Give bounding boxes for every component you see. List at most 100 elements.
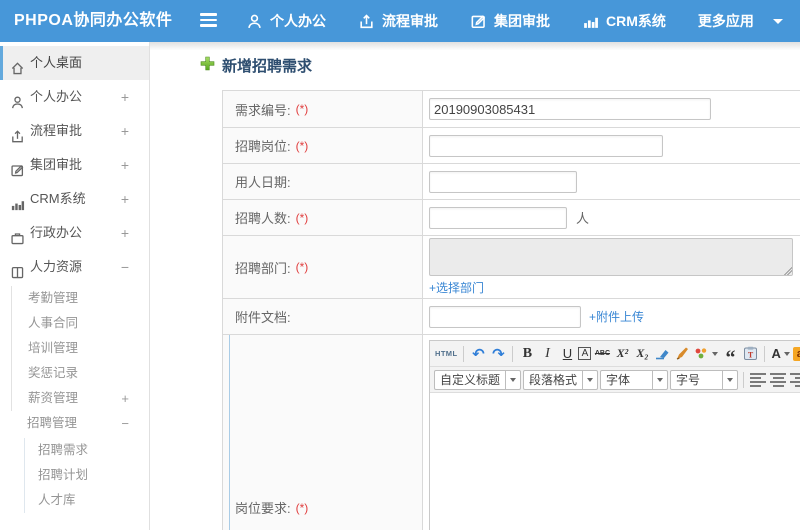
main-content: 新增招聘需求 需求编号: (*) 招聘岗位: (*) 用人日期: (150, 42, 800, 530)
align-center-icon[interactable] (769, 371, 787, 389)
sidebar-item-group-approval[interactable]: 集团审批 + (0, 148, 149, 182)
page-title-row: 新增招聘需求 (200, 55, 312, 76)
caret-down-icon (657, 377, 664, 382)
nav-personal-office[interactable]: 个人办公 (246, 11, 326, 31)
html-source-button[interactable]: HTML (434, 345, 458, 363)
hire-date-input[interactable] (429, 170, 577, 193)
strikethrough-button[interactable]: ABC (593, 345, 611, 363)
field-label: 需求编号: (235, 102, 291, 118)
redo-button[interactable]: ↷ (489, 345, 507, 363)
divider (463, 345, 465, 362)
dropdown-value: 字体 (606, 372, 631, 387)
add-icon (200, 56, 215, 76)
sidebar-item-talent-pool[interactable]: 人才库 (25, 488, 149, 513)
expand-plus-icon[interactable]: + (121, 182, 129, 216)
demand-no-input[interactable] (429, 98, 711, 120)
user-icon (246, 13, 263, 30)
nav-label: CRM系统 (606, 13, 666, 29)
caret-down-icon (727, 377, 734, 382)
sidebar-item-rewards[interactable]: 奖惩记录 (12, 361, 149, 386)
highlight-color-button[interactable]: a (792, 346, 800, 361)
nav-crm-system[interactable]: CRM系统 (582, 11, 666, 31)
sidebar-item-attendance[interactable]: 考勤管理 (12, 286, 149, 311)
editor-toolbar-row1: HTML ↶ ↷ B I U A ABC X² X₂ “ T A a (430, 341, 800, 368)
required-mark: (*) (295, 210, 309, 225)
sidebar-item-recruit-demand[interactable]: 招聘需求 (25, 438, 149, 463)
sidebar-item-salary[interactable]: 薪资管理 + (12, 386, 149, 411)
sidebar-item-label: CRM系统 (30, 191, 86, 206)
align-left-icon[interactable] (749, 371, 767, 389)
nav-more-apps[interactable]: 更多应用 (698, 11, 783, 31)
caret-down-icon (783, 351, 790, 356)
italic-button[interactable]: I (538, 345, 556, 363)
bold-button[interactable]: B (518, 345, 536, 363)
paragraph-format-dropdown[interactable]: 段落格式 (523, 369, 599, 390)
sidebar-item-flow-approval[interactable]: 流程审批 + (0, 114, 149, 148)
field-label: 招聘岗位: (235, 139, 291, 154)
divider (743, 371, 745, 388)
richtext-editor: HTML ↶ ↷ B I U A ABC X² X₂ “ T A a 自定义标题… (429, 340, 800, 530)
select-department-link[interactable]: +选择部门 (429, 279, 484, 296)
sidebar-item-recruitment-mgmt[interactable]: 招聘管理 − (0, 411, 149, 436)
top-navigation: 个人办公 流程审批 集团审批 CRM系统 更多应用 (246, 0, 783, 42)
nav-label: 集团审批 (494, 13, 550, 29)
attachment-upload-link[interactable]: +附件上传 (589, 308, 644, 325)
caret-down-icon (587, 377, 594, 382)
sidebar-item-crm[interactable]: CRM系统 + (0, 182, 149, 216)
topbar: PHPOA协同办公软件 个人办公 流程审批 集团审批 CRM系统 更多应用 (0, 0, 800, 42)
sidebar-item-personal-office[interactable]: 个人办公 + (0, 80, 149, 114)
page-title: 新增招聘需求 (222, 58, 313, 75)
sidebar-item-human-resources[interactable]: 人力资源 − (0, 250, 149, 284)
headcount-input[interactable] (429, 206, 567, 229)
font-family-dropdown[interactable]: 字体 (600, 369, 669, 390)
sidebar-item-training[interactable]: 培训管理 (12, 336, 149, 361)
expand-plus-icon[interactable]: + (121, 148, 129, 182)
sidebar-item-recruit-plan[interactable]: 招聘计划 (25, 463, 149, 488)
nav-flow-approval[interactable]: 流程审批 (358, 11, 438, 31)
sidebar-item-hr-contract[interactable]: 人事合同 (12, 311, 149, 336)
sidebar-item-label: 奖惩记录 (28, 366, 79, 380)
collapse-minus-icon[interactable]: − (121, 411, 129, 436)
blockquote-button[interactable]: “ (721, 345, 739, 368)
nav-group-approval[interactable]: 集团审批 (470, 11, 550, 31)
editor-content[interactable] (430, 393, 800, 530)
subscript-button[interactable]: X₂ (633, 345, 651, 363)
superscript-button[interactable]: X² (613, 345, 631, 363)
color-palette-icon[interactable] (693, 345, 719, 363)
unit-suffix: 人 (576, 211, 590, 226)
font-border-button[interactable]: A (578, 347, 592, 360)
expand-plus-icon[interactable]: + (121, 216, 129, 250)
form-row-attachment: 附件文档: +附件上传 (223, 298, 800, 334)
underline-button[interactable]: U (558, 345, 576, 363)
field-label: 附件文档: (235, 310, 291, 325)
font-color-button[interactable]: A (770, 345, 790, 363)
expand-plus-icon[interactable]: + (121, 386, 129, 411)
format-painter-icon[interactable] (673, 345, 691, 363)
sidebar-item-desktop[interactable]: 个人桌面 (0, 46, 149, 80)
expand-plus-icon[interactable]: + (121, 114, 129, 148)
eraser-icon[interactable] (653, 345, 671, 363)
sidebar-item-admin-office[interactable]: 行政办公 + (0, 216, 149, 250)
divider (512, 345, 514, 362)
sidebar-item-label: 人力资源 (30, 259, 83, 274)
expand-plus-icon[interactable]: + (121, 80, 129, 114)
department-textarea[interactable] (429, 238, 793, 276)
sidebar-item-label: 招聘计划 (38, 468, 89, 482)
required-mark: (*) (295, 102, 309, 116)
sidebar: 个人桌面 个人办公 + 流程审批 + 集团审批 + CRM系统 + 行政办公 + (0, 42, 150, 530)
nav-label: 更多应用 (697, 13, 754, 29)
undo-button[interactable]: ↶ (469, 345, 487, 363)
editor-toolbar-row2: 自定义标题 段落格式 字体 字号 (430, 367, 800, 393)
position-input[interactable] (429, 134, 663, 157)
required-mark: (*) (295, 260, 309, 274)
collapse-minus-icon[interactable]: − (121, 250, 129, 284)
menu-icon[interactable] (200, 13, 218, 29)
attachment-input[interactable] (429, 305, 581, 328)
field-label: 招聘部门: (235, 260, 291, 276)
sidebar-item-label: 考勤管理 (28, 291, 79, 305)
paste-text-icon[interactable]: T (741, 345, 759, 363)
font-size-dropdown[interactable]: 字号 (670, 369, 739, 390)
heading-dropdown[interactable]: 自定义标题 (434, 369, 522, 390)
align-right-icon[interactable] (789, 371, 800, 389)
dropdown-value: 自定义标题 (440, 372, 501, 387)
